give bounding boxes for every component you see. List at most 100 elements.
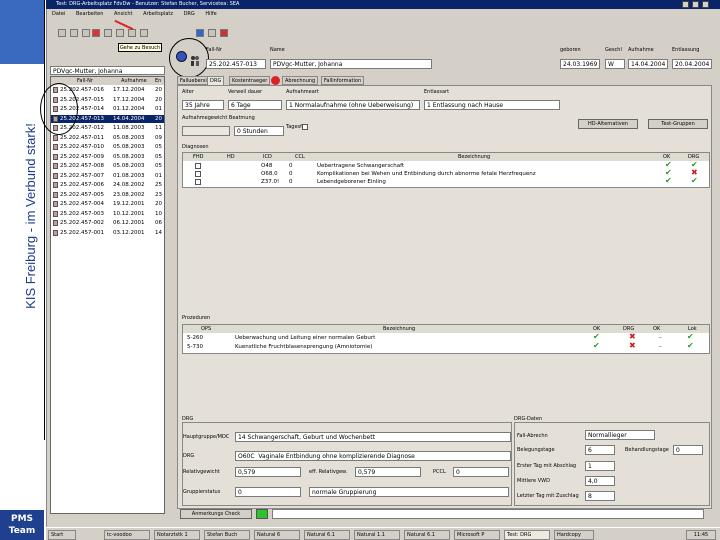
- taskbar-item[interactable]: Natural 6.1: [404, 530, 450, 540]
- taskbar-item[interactable]: Notarztstk 1: [154, 530, 200, 540]
- maximize-icon[interactable]: [692, 1, 699, 8]
- drg-field[interactable]: O60C Vaginale Entbindung ohne komplizier…: [235, 451, 511, 461]
- patient-row[interactable]: 25.202.457-003 10.12.2001 10: [51, 210, 164, 218]
- diagnosis-row[interactable]: Z37.0! 0 Lebendgeborener Einling ✔ ✔: [183, 177, 709, 186]
- people-icon[interactable]: [190, 51, 200, 66]
- tab-fallinformation[interactable]: Fallinformation: [321, 76, 365, 85]
- beh-field[interactable]: 0: [673, 445, 703, 455]
- menu-bearbeiten[interactable]: Bearbeiten: [76, 11, 103, 17]
- tab-abrechnung[interactable]: Abrechnung: [282, 76, 319, 85]
- alter-field[interactable]: 35 Jahre: [182, 100, 224, 110]
- col-proc-bezeichnung[interactable]: Bezeichnung: [383, 325, 415, 333]
- menu-drg[interactable]: DRG: [184, 11, 195, 17]
- status-text-field[interactable]: normale Gruppierung: [309, 487, 509, 497]
- aufnahme-field[interactable]: 14.04.2004: [628, 59, 668, 69]
- patient-row[interactable]: 25.202.457-011 05.08.2003 09: [51, 134, 164, 142]
- fhd-checkbox[interactable]: [195, 171, 201, 177]
- diagnosis-row[interactable]: O48 0 Uebertragene Schwangerschaft ✔ ✔: [183, 161, 709, 170]
- gruppierstatus-field[interactable]: 0: [235, 487, 301, 497]
- menu-datei[interactable]: Datei: [52, 11, 65, 17]
- pccl-field[interactable]: 0: [453, 467, 509, 477]
- mittlere-field[interactable]: 4,0: [585, 476, 615, 486]
- patient-row-end: 06: [155, 220, 162, 226]
- print-icon[interactable]: [128, 29, 136, 37]
- beleg-field[interactable]: 6: [585, 445, 615, 455]
- col-aufnahme[interactable]: Aufnahme: [121, 77, 147, 85]
- col-icd[interactable]: ICD: [263, 153, 272, 161]
- patient-row[interactable]: 25.202.457-009 05.08.2003 05: [51, 153, 164, 161]
- geboren-field[interactable]: 24.03.1969: [560, 59, 600, 69]
- patient-row[interactable]: 25.202.457-005 23.08.2002 23: [51, 191, 164, 199]
- taskbar-item[interactable]: Stefan Buch: [204, 530, 250, 540]
- col-bezeichnung[interactable]: Bezeichnung: [458, 153, 490, 161]
- fhd-checkbox[interactable]: [195, 163, 201, 169]
- letzter-field[interactable]: 8: [585, 491, 615, 501]
- new-icon[interactable]: [58, 29, 66, 37]
- col-ccl[interactable]: CCL: [295, 153, 305, 161]
- delete-icon[interactable]: [92, 29, 100, 37]
- beatmung-field[interactable]: 0 Stunden: [234, 126, 284, 136]
- clock: 11:45: [686, 530, 716, 540]
- stop-icon[interactable]: [220, 29, 228, 37]
- col-fallnr[interactable]: Fall-Nr: [77, 77, 93, 85]
- abrechn-field[interactable]: Normallieger: [585, 430, 655, 440]
- tab-kostentraeger[interactable]: Kostentraeger: [229, 76, 271, 85]
- refresh-icon[interactable]: [140, 29, 148, 37]
- col-proc-ok2[interactable]: OK: [653, 325, 660, 333]
- entlassung-field[interactable]: 20.04.2004: [672, 59, 712, 69]
- geschl-field[interactable]: W: [605, 59, 625, 69]
- goto-visit-icon[interactable]: [116, 29, 124, 37]
- tagesfall-checkbox[interactable]: [302, 124, 308, 130]
- verweil-field[interactable]: 6 Tage: [228, 100, 282, 110]
- erster-field[interactable]: 1: [585, 461, 615, 471]
- start-button[interactable]: Start: [48, 530, 76, 540]
- test-gruppen-button[interactable]: Test-Gruppen: [648, 119, 708, 129]
- minimize-icon[interactable]: [682, 1, 689, 8]
- drg-panel: Alter Verweil dauer Aufnahmeart Entlassa…: [177, 85, 712, 509]
- patient-icon[interactable]: [176, 51, 187, 62]
- procedure-row[interactable]: 5-730 Kuenstliche Fruchtblasensprengung (…: [183, 342, 709, 352]
- taskbar-item[interactable]: Microsoft P: [454, 530, 500, 540]
- col-ops[interactable]: OPS: [201, 325, 211, 333]
- user-icon[interactable]: [104, 29, 112, 37]
- col-end[interactable]: En: [155, 77, 161, 85]
- taskbar-item[interactable]: Natural 1.1: [354, 530, 400, 540]
- menu-hilfe[interactable]: Hilfe: [205, 11, 216, 17]
- check-icon[interactable]: [82, 29, 90, 37]
- taskbar-item[interactable]: tc-voodoo: [104, 530, 150, 540]
- taskbar-item[interactable]: Natural 6.1: [304, 530, 350, 540]
- eff-field[interactable]: 0,579: [355, 467, 421, 477]
- help-icon[interactable]: [208, 29, 216, 37]
- taskbar-item[interactable]: Hardcopy: [554, 530, 594, 540]
- tab-drg[interactable]: DRG: [207, 76, 225, 85]
- patient-row[interactable]: 25.202.457-007 01.08.2003 01: [51, 172, 164, 180]
- gewicht-field[interactable]: [182, 126, 230, 136]
- patient-row[interactable]: 25.202.457-002 06.12.2001 06: [51, 219, 164, 227]
- aufnahmeart-field[interactable]: 1 Normalaufnahme (ohne Ueberweisung): [286, 100, 420, 110]
- col-fhd[interactable]: FHD: [193, 153, 204, 161]
- patient-row[interactable]: 25.202.457-008 05.08.2003 05: [51, 162, 164, 170]
- taskbar-item[interactable]: Test: DRG: [504, 530, 550, 540]
- relativgewicht-field[interactable]: 0,579: [235, 467, 301, 477]
- col-hd[interactable]: HD: [227, 153, 235, 161]
- entlassart-field[interactable]: 1 Entlassung nach Hause: [424, 100, 560, 110]
- patient-search[interactable]: PDVgc-Mutter, Johanna: [50, 66, 165, 75]
- patient-row[interactable]: 25.202.457-006 24.08.2002 25: [51, 181, 164, 189]
- save-icon[interactable]: [70, 29, 78, 37]
- menu-arbeitsplatz[interactable]: Arbeitsplatz: [143, 11, 173, 17]
- diagnosis-row[interactable]: O68.0 0 Komplikationen bei Wehen und Entbi…: [183, 169, 709, 178]
- hd-alternativen-button[interactable]: HD-Alternativen: [578, 119, 638, 129]
- hauptgruppe-field[interactable]: 14 Schwangerschaft, Geburt und Wochenbet…: [235, 432, 511, 442]
- name-field[interactable]: PDVgc-Mutter, Johanna: [270, 59, 432, 69]
- patient-row[interactable]: 25.202.457-004 19.12.2001 20: [51, 200, 164, 208]
- status-message-field[interactable]: [272, 509, 704, 519]
- close-icon[interactable]: [702, 1, 709, 8]
- anmerkungs-check-button[interactable]: Anmerkungs Check: [180, 509, 252, 519]
- patient-row[interactable]: 25.202.457-010 05.08.2003 05: [51, 143, 164, 151]
- patient-row[interactable]: 25.202.457-001 03.12.2001 14: [51, 229, 164, 237]
- menu-ansicht[interactable]: Ansicht: [114, 11, 132, 17]
- fallnr-field[interactable]: 25.202.457-013: [206, 59, 266, 69]
- fhd-checkbox[interactable]: [195, 179, 201, 185]
- taskbar-item[interactable]: Natural 6: [254, 530, 300, 540]
- info-icon[interactable]: [196, 29, 204, 37]
